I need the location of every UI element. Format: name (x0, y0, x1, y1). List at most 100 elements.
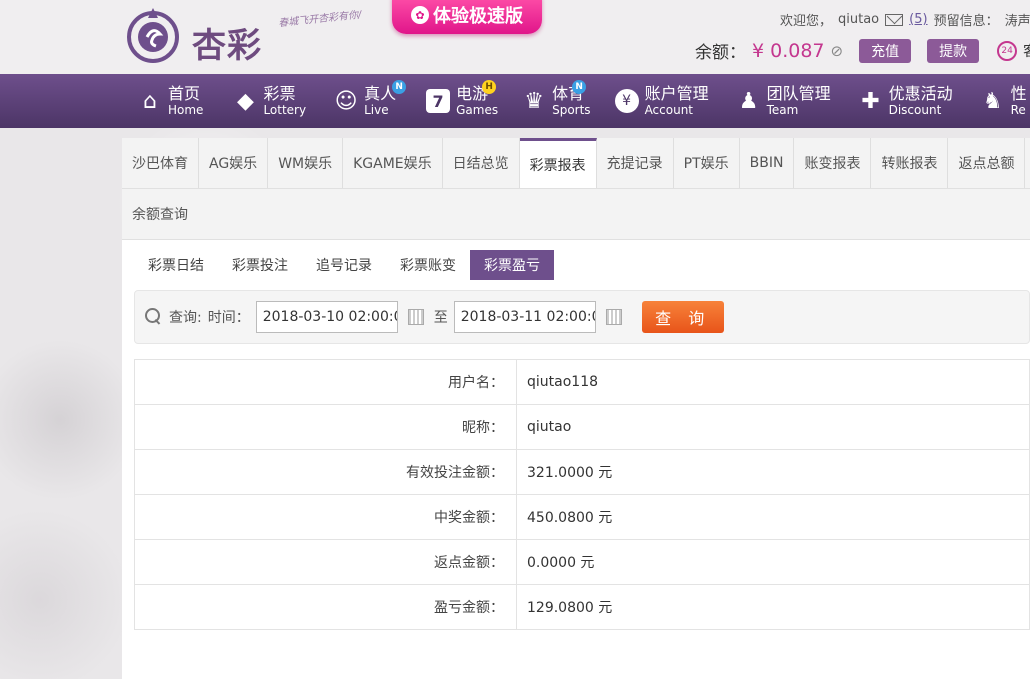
nav-item-more[interactable]: ♞ 性 Re (953, 74, 1027, 128)
subtab-lottery-bets[interactable]: 彩票投注 (218, 250, 302, 280)
nav-item-home[interactable]: ⌂ 首页 Home (0, 74, 203, 128)
nav-label-zh: 账户管理 (644, 84, 709, 103)
tab-balance-change[interactable]: 账变报表 (794, 138, 872, 188)
nav-label-en: Games (456, 103, 499, 117)
logo-text[interactable]: 杏彩 (192, 18, 262, 67)
nav-label-zh: 团队管理 (766, 84, 831, 103)
query-bar: 查询: 时间： 至 查 询 (134, 290, 1030, 344)
nav-item-games[interactable]: 7 电游 Games H (396, 74, 498, 128)
customer-service-label[interactable]: 客服 (1023, 41, 1030, 61)
person-icon: ♞ (982, 88, 1003, 114)
calendar-icon[interactable] (605, 309, 622, 325)
welcome-label: 欢迎您， (780, 14, 833, 29)
nav-label-en: Re (1010, 103, 1026, 117)
nav-item-live[interactable]: ☺ 真人 Live N (306, 74, 407, 128)
slot-seven-icon: 7 (426, 89, 451, 113)
row-key: 有效投注金额： (134, 449, 517, 495)
query-label: 查询: (169, 310, 202, 326)
tab-lottery-report[interactable]: 彩票报表 (519, 138, 597, 188)
table-row: 中奖金额： 450.0800 元 (134, 494, 1030, 540)
nav-item-sports[interactable]: ♛ 体育 Sports N (498, 74, 591, 128)
report-panel: 沙巴体育 AG娱乐 WM娱乐 KGAME娱乐 日结总览 彩票报表 充提记录 PT… (122, 138, 1030, 679)
table-row: 盈亏金额： 129.0800 元 (134, 584, 1030, 630)
top-info: 欢迎您， qiutao (5) 预留信息： 涛声 (780, 10, 1030, 29)
main-nav: ⌂ 首页 Home ◆ 彩票 Lottery ☺ 真人 Live N 7 电游 Game… (0, 74, 1030, 128)
nav-item-discount[interactable]: ✚ 优惠活动 Discount (831, 74, 953, 128)
balance-row: 余额： ¥ 0.087 ⊘ 充值 提款 24 客服 (695, 38, 1030, 63)
slogan: 春城飞开杏彩有你/ (277, 9, 362, 30)
nav-label-en: Home (168, 103, 204, 117)
date-separator: 至 (433, 310, 448, 326)
time-label: 时间： (207, 310, 250, 326)
hot-badge: H (482, 80, 497, 94)
row-key: 用户名： (134, 359, 517, 405)
tab-balance-query[interactable]: 余额查询 (122, 189, 198, 239)
notice-value: 涛声 (1004, 14, 1030, 29)
subtab-chase-records[interactable]: 追号记录 (302, 250, 386, 280)
nav-item-account[interactable]: ¥ 账户管理 Account (591, 74, 709, 128)
nav-label-en: Account (644, 103, 694, 117)
trophy-icon: ♛ (524, 88, 544, 114)
tab-deposit-withdraw[interactable]: 充提记录 (596, 138, 674, 188)
tab-rebate-total[interactable]: 返点总额 (948, 138, 1026, 188)
table-row: 返点金额： 0.0000 元 (134, 539, 1030, 585)
dealer-icon: ☺ (334, 88, 358, 114)
nav-label-zh: 首页 (168, 84, 201, 103)
withdraw-button[interactable]: 提款 (927, 38, 980, 63)
tab-transfer-report[interactable]: 转账报表 (871, 138, 949, 188)
username: qiutao (838, 12, 880, 27)
subtab-lottery-profit[interactable]: 彩票盈亏 (470, 250, 554, 280)
tab-pt[interactable]: PT娱乐 (673, 138, 740, 188)
tab-kgame[interactable]: KGAME娱乐 (343, 138, 443, 188)
row-key: 返点金额： (134, 539, 517, 585)
header: 杏彩 春城飞开杏彩有你/ ✿ 体验极速版 欢迎您， qiutao (5) 预留信… (0, 0, 1030, 74)
table-row: 有效投注金额： 321.0000 元 (134, 449, 1030, 495)
row-value: qiutao (516, 404, 1030, 450)
tab-bbin[interactable]: BBIN (739, 138, 795, 188)
logo-icon[interactable] (122, 4, 184, 66)
row-key: 盈亏金额： (134, 584, 517, 630)
team-icon: ♟ (738, 88, 759, 114)
recharge-button[interactable]: 充值 (859, 38, 912, 63)
ticket-icon: ◆ (236, 88, 254, 114)
row-value: 321.0000 元 (516, 449, 1030, 495)
speed-dot-icon: ✿ (411, 6, 429, 24)
subtab-lottery-daily[interactable]: 彩票日结 (134, 250, 218, 280)
tab-daily-overview[interactable]: 日结总览 (442, 138, 520, 188)
end-date-input[interactable] (453, 301, 596, 333)
query-button[interactable]: 查 询 (641, 301, 724, 333)
start-date-input[interactable] (255, 301, 398, 333)
new-badge: N (572, 80, 587, 94)
nav-label-en: Lottery (263, 103, 307, 117)
table-row: 用户名： qiutao118 (134, 359, 1030, 405)
mail-icon[interactable] (885, 13, 904, 26)
tab-ag[interactable]: AG娱乐 (199, 138, 269, 188)
account-coin-icon: ¥ (614, 89, 639, 113)
search-icon (145, 308, 163, 326)
balance-label: 余额： (695, 43, 746, 63)
speed-version-button[interactable]: ✿ 体验极速版 (392, 0, 542, 34)
row-key: 中奖金额： (134, 494, 517, 540)
row-key: 昵称： (134, 404, 517, 450)
customer-service-icon[interactable]: 24 (997, 40, 1018, 61)
notice-label: 预留信息： (933, 14, 999, 29)
tab-saba-sports[interactable]: 沙巴体育 (122, 138, 199, 188)
home-icon: ⌂ (143, 88, 157, 114)
nav-label-zh: 性 (1010, 84, 1027, 103)
nav-label-en: Team (766, 103, 799, 117)
hide-balance-eye-icon[interactable]: ⊘ (831, 42, 844, 60)
tab-wm[interactable]: WM娱乐 (268, 138, 344, 188)
nav-item-team[interactable]: ♟ 团队管理 Team (709, 74, 831, 128)
profit-result-table: 用户名： qiutao118 昵称： qiutao 有效投注金额： 321.00… (134, 359, 1030, 630)
message-count-link[interactable]: (5) (909, 12, 927, 27)
subtab-lottery-balance[interactable]: 彩票账变 (386, 250, 470, 280)
balance-value: ¥ 0.087 (752, 39, 825, 62)
speed-badge-label: 体验极速版 (433, 6, 523, 27)
nav-label-en: Sports (552, 103, 591, 117)
nav-label-en: Live (364, 103, 389, 117)
nav-label-zh: 优惠活动 (888, 84, 953, 103)
nav-item-lottery[interactable]: ◆ 彩票 Lottery (203, 74, 306, 128)
tabs-row-break (122, 188, 1030, 189)
nav-label-en: Discount (888, 103, 942, 117)
calendar-icon[interactable] (407, 309, 424, 325)
